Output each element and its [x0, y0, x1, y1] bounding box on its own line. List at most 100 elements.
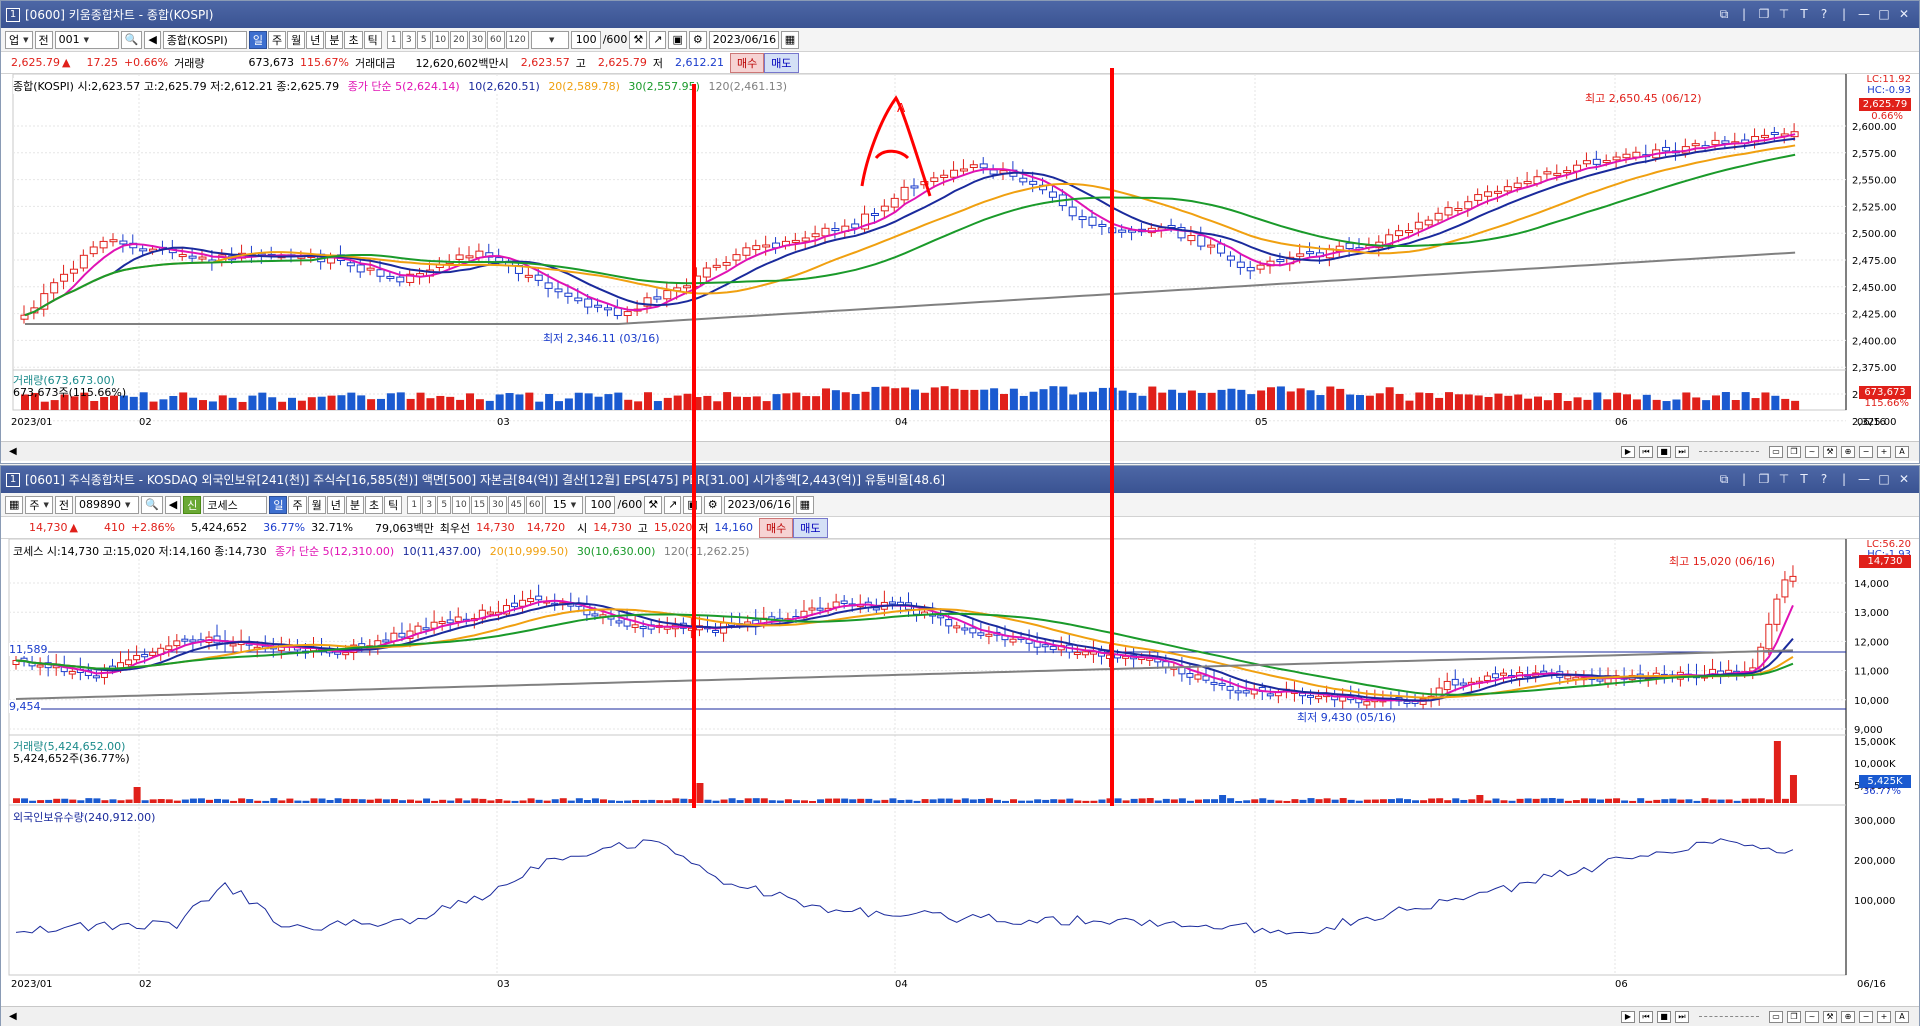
maximize-icon[interactable]: □: [1877, 7, 1891, 22]
period-tab-4[interactable]: 분: [345, 495, 364, 514]
interval-button-4[interactable]: 20: [450, 30, 468, 49]
pin-icon[interactable]: ⊤: [1777, 7, 1791, 22]
period-tab-0[interactable]: 일: [269, 495, 288, 514]
interval-button-1[interactable]: 3: [401, 30, 416, 49]
trend-icon[interactable]: ↗: [649, 30, 667, 49]
sound-icon[interactable]: ◀: [144, 30, 161, 49]
period-tab-1[interactable]: 주: [288, 495, 307, 514]
gear-icon[interactable]: ⚙: [688, 30, 707, 49]
zoom-icon[interactable]: ⊕: [1841, 445, 1855, 458]
minimize-icon[interactable]: —: [1857, 7, 1871, 22]
scroll-left-icon[interactable]: ◀: [9, 446, 17, 457]
interval-button-0[interactable]: 1: [386, 30, 401, 49]
layout-icon[interactable]: ▭: [1769, 445, 1783, 458]
interval-button-1[interactable]: 3: [422, 495, 437, 514]
chart-tool-icon[interactable]: ⚒: [629, 30, 648, 49]
interval-button-7[interactable]: 60: [526, 495, 544, 514]
save-icon[interactable]: ▣: [683, 495, 702, 514]
interval-button-7[interactable]: 120: [505, 30, 529, 49]
auto-icon[interactable]: A: [1895, 445, 1909, 458]
period-tab-2[interactable]: 월: [287, 30, 306, 49]
code-input[interactable]: 001: [54, 30, 119, 49]
zoom-slider[interactable]: [1699, 1016, 1759, 1017]
minus-icon[interactable]: −: [1859, 1010, 1873, 1023]
font-icon[interactable]: T: [1797, 472, 1811, 487]
stop-icon[interactable]: ■: [1657, 445, 1671, 458]
indicator-icon[interactable]: ~: [1805, 1010, 1819, 1023]
help-icon[interactable]: ?: [1817, 472, 1831, 487]
period-tab-1[interactable]: 주: [267, 30, 287, 49]
period-tab-6[interactable]: 틱: [384, 495, 403, 514]
buy-button[interactable]: 매수: [759, 517, 794, 538]
last-icon[interactable]: ⏭: [1675, 445, 1689, 458]
minus-icon[interactable]: −: [1859, 445, 1873, 458]
market-select[interactable]: 업: [5, 30, 33, 49]
search-icon[interactable]: 🔍: [120, 30, 143, 49]
interval-button-6[interactable]: 60: [487, 30, 505, 49]
trend-icon[interactable]: ↗: [664, 495, 682, 514]
cascade-icon[interactable]: ❐: [1757, 472, 1771, 487]
date-input[interactable]: 2023/06/16: [708, 30, 779, 49]
scroll-right-icon[interactable]: ▶: [1621, 1010, 1635, 1023]
close-icon[interactable]: ✕: [1897, 472, 1911, 487]
period-tab-5[interactable]: 초: [364, 495, 384, 514]
first-icon[interactable]: ⏮: [1639, 445, 1653, 458]
period-tab-5[interactable]: 초: [344, 30, 363, 49]
code-input[interactable]: 089890: [75, 495, 140, 514]
stock-price-chart[interactable]: 14,000 13,000 12,000 11,000 10,000 9,00015,00…: [1, 539, 1919, 1006]
scroll-right-icon[interactable]: ▶: [1621, 445, 1635, 458]
interval-button-6[interactable]: 45: [507, 495, 526, 514]
chart-icon[interactable]: ▦: [5, 495, 24, 514]
stop-icon[interactable]: ■: [1657, 1010, 1671, 1023]
link-icon[interactable]: ⧉: [1717, 472, 1731, 487]
calendar-icon[interactable]: ▦: [795, 495, 814, 514]
chart-tool-icon[interactable]: ⚒: [644, 495, 663, 514]
tool-icon[interactable]: ⚒: [1823, 1010, 1837, 1023]
interval-button-0[interactable]: 1: [407, 495, 422, 514]
maximize-icon[interactable]: □: [1877, 472, 1891, 487]
plus-icon[interactable]: +: [1877, 445, 1891, 458]
stock-chart-area[interactable]: 14,000 13,000 12,000 11,000 10,000 9,000 15,00…: [1, 539, 1919, 1006]
help-icon[interactable]: ?: [1817, 7, 1831, 22]
interval-button-3[interactable]: 10: [431, 30, 450, 49]
period-tab-2[interactable]: 월: [307, 495, 326, 514]
copy-icon[interactable]: ❐: [1787, 445, 1801, 458]
minimize-icon[interactable]: —: [1857, 472, 1871, 487]
sell-button[interactable]: 매도: [793, 517, 828, 538]
period-tab-3[interactable]: 년: [326, 495, 345, 514]
interval-button-5[interactable]: 30: [468, 30, 487, 49]
indicator-icon[interactable]: ~: [1805, 445, 1819, 458]
pin-icon[interactable]: ⊤: [1777, 472, 1791, 487]
stock-window-titlebar[interactable]: 1 [0601] 주식종합차트 - KOSDAQ 외국인보유[241(천)] 주…: [1, 466, 1919, 493]
interval-button-4[interactable]: 15: [470, 495, 489, 514]
period-tab-3[interactable]: 년: [306, 30, 325, 49]
scroll-left-icon[interactable]: ◀: [9, 1011, 17, 1022]
date-input[interactable]: 2023/06/16: [723, 495, 794, 514]
zoom-icon[interactable]: ⊕: [1841, 1010, 1855, 1023]
tool-icon[interactable]: ⚒: [1823, 445, 1837, 458]
sound-icon[interactable]: ◀: [164, 495, 182, 514]
font-icon[interactable]: T: [1797, 7, 1811, 22]
kospi-chart-area[interactable]: 2,600.00 2,575.00 2,550.00 2,525.00 2,500.00…: [1, 74, 1919, 446]
interval-button-2[interactable]: 5: [437, 495, 452, 514]
interval-button-3[interactable]: 10: [452, 495, 470, 514]
period-tab-0[interactable]: 일: [248, 30, 267, 49]
sell-button[interactable]: 매도: [764, 52, 799, 73]
layout-icon[interactable]: ▭: [1769, 1010, 1783, 1023]
search-icon[interactable]: 🔍: [141, 495, 163, 514]
market-select[interactable]: 주: [25, 495, 53, 514]
plus-icon[interactable]: +: [1877, 1010, 1891, 1023]
calendar-icon[interactable]: ▦: [780, 30, 800, 49]
interval-button-5[interactable]: 30: [489, 495, 507, 514]
buy-button[interactable]: 매수: [730, 52, 765, 73]
save-icon[interactable]: ▣: [668, 30, 687, 49]
period-tab-4[interactable]: 분: [325, 30, 344, 49]
copy-icon[interactable]: ❐: [1787, 1010, 1801, 1023]
last-icon[interactable]: ⏭: [1675, 1010, 1689, 1023]
interval-select[interactable]: 15: [545, 495, 584, 514]
count-input[interactable]: 100: [585, 495, 616, 514]
kospi-scrollbar[interactable]: ◀ ▶ ⏮ ■ ⏭ ▭ ❐ ~ ⚒ ⊕ − + A: [1, 441, 1919, 461]
interval-select[interactable]: [530, 30, 569, 49]
mode-button[interactable]: 전: [54, 495, 74, 514]
close-icon[interactable]: ✕: [1897, 7, 1911, 22]
